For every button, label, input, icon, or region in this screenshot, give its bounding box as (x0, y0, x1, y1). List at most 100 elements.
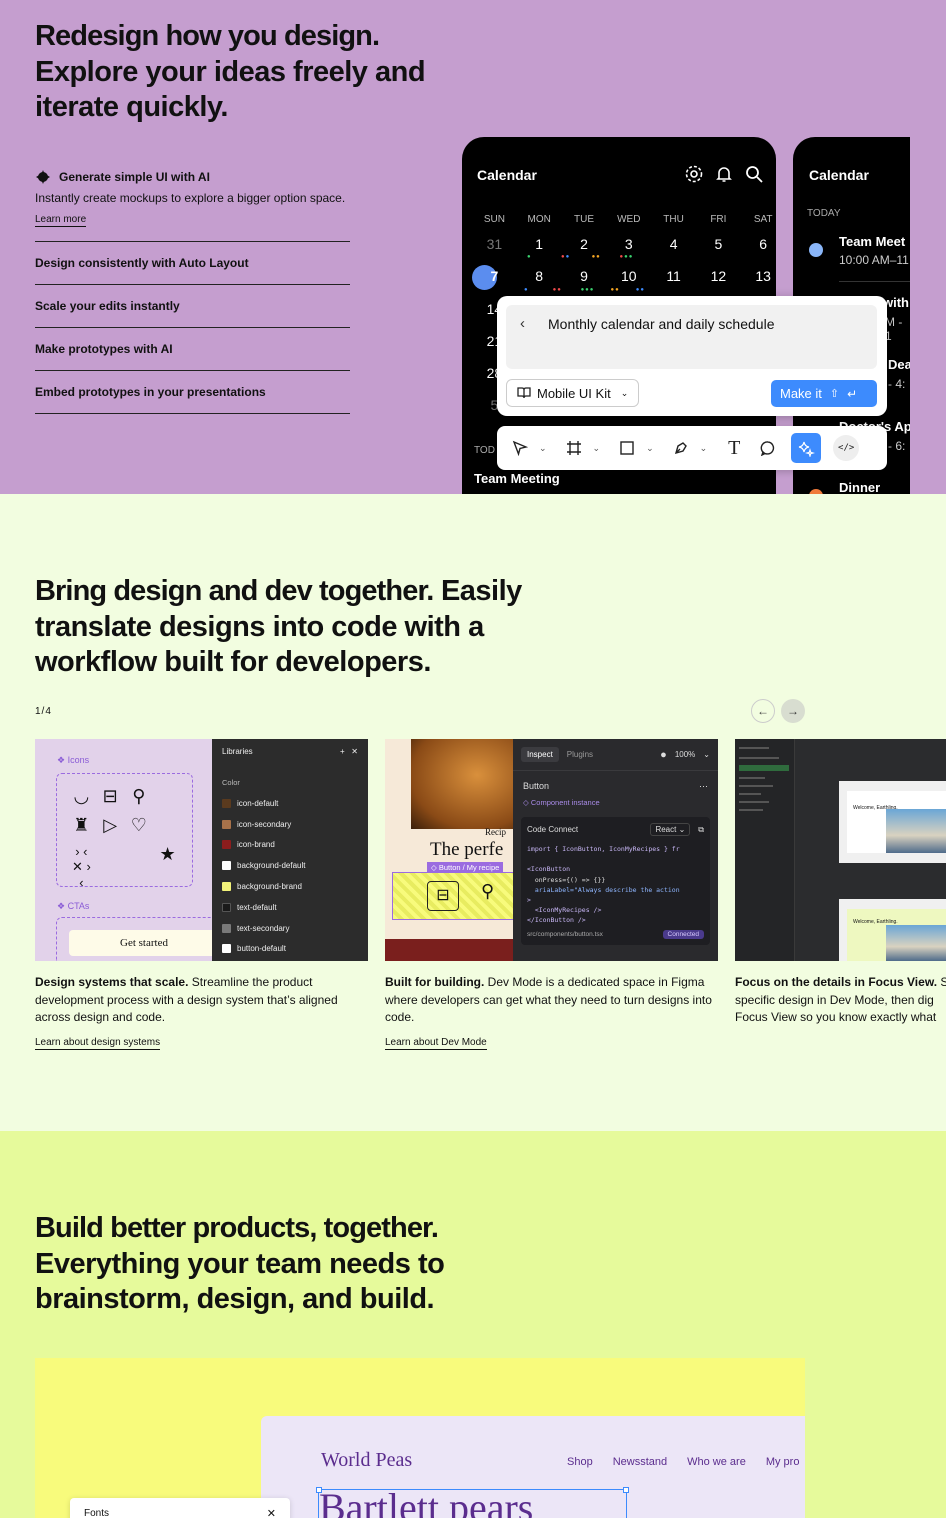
divider (839, 281, 910, 282)
calendar-day[interactable]: 13 (741, 268, 776, 284)
learn-dev-mode-link[interactable]: Learn about Dev Mode (385, 1037, 487, 1050)
calendar-day[interactable]: 12 (696, 268, 741, 284)
weekday-header: SUN MON TUE WED THU FRI SAT (472, 214, 776, 225)
nav-item-shop[interactable]: Shop (567, 1456, 593, 1468)
play-icon: ▷ (103, 815, 118, 835)
color-style-item[interactable]: background-brand (222, 876, 358, 897)
chevron-down-icon[interactable]: ⌄ (593, 443, 601, 454)
calendar-day[interactable]: 4 (651, 236, 696, 252)
code-snippet: import { IconButton, IconMyRecipes } fr​… (527, 845, 680, 925)
learn-design-systems-link[interactable]: Learn about design systems (35, 1037, 161, 1050)
event-time: - 6: (888, 439, 906, 453)
color-style-item[interactable]: icon-secondary (222, 814, 358, 835)
hero-heading: Redesign how you design. Explore your id… (35, 19, 455, 126)
chevron-down-icon[interactable]: ⌄ (700, 443, 708, 454)
event-title[interactable]: Team Meet (839, 234, 905, 249)
calendar-day[interactable]: 1 (517, 236, 562, 252)
ai-tool-icon[interactable] (791, 433, 822, 463)
feature-title: Generate simple UI with AI (59, 170, 210, 184)
feature-item-embed-prototypes[interactable]: Embed prototypes in your presentations (35, 371, 350, 414)
tab-plugins[interactable]: Plugins (567, 750, 593, 759)
learn-more-link[interactable]: Learn more (35, 214, 87, 227)
dev-heading-bold: Bring design and dev together. (35, 575, 434, 607)
nav-item-newsstand[interactable]: Newsstand (613, 1456, 667, 1468)
event-title[interactable]: Team Meeting (474, 471, 560, 486)
carousel-card-design-systems[interactable]: ❖ Icons ◡ ⊟ ⚲ ♜ ▷ ♡ › ‹ ✕ › ‹ ★ ❖ CTAs G… (35, 739, 368, 1050)
carousel-card-focus-view[interactable]: Welcome, Earthling. Welcome, Earthling. … (735, 739, 946, 1027)
search-icon[interactable] (744, 164, 764, 184)
carousel-prev-button[interactable]: ← (751, 699, 775, 723)
website-mockup: World Peas Shop Newsstand Who we are My … (261, 1416, 805, 1518)
file-path[interactable]: src/components/button.tsx (527, 931, 603, 938)
color-style-item[interactable]: text-secondary (222, 918, 358, 939)
frame-tool-icon[interactable] (559, 433, 589, 463)
color-style-item[interactable]: icon-default (222, 793, 358, 814)
back-chevron-icon[interactable]: ‹ (520, 315, 525, 332)
gear-icon[interactable] (684, 164, 704, 184)
comment-tool-icon[interactable] (753, 433, 783, 463)
calendar-week-row: 7 8 9 10 11 12 13 (472, 268, 776, 284)
feature-item-prototypes-ai[interactable]: Make prototypes with AI (35, 328, 350, 371)
book-icon (517, 387, 531, 399)
copy-icon[interactable]: ⧉ (698, 825, 704, 835)
event-title[interactable]: Dinner (839, 480, 880, 494)
calendar-day[interactable]: 8 (517, 268, 562, 284)
card-caption: Built for building. Dev Mode is a dedica… (385, 975, 712, 1024)
move-tool-icon[interactable] (505, 433, 535, 463)
carousel-card-dev-mode[interactable]: Recip The perfe ◇ Button / My recipe ⊟ ⚲… (385, 739, 718, 1050)
card-caption: Design systems that scale. Streamline th… (35, 975, 338, 1024)
calendar-day[interactable]: 3 (606, 236, 651, 252)
pen-tool-icon[interactable] (666, 433, 696, 463)
recipe-headline: The perfe (430, 839, 504, 860)
text-tool-icon[interactable]: T (719, 433, 749, 463)
search-icon: ⚲ (481, 881, 495, 901)
calendar-day[interactable]: 11 (651, 268, 696, 284)
carousel-next-button[interactable]: → (781, 699, 805, 723)
zoom-level[interactable]: 100% (675, 750, 695, 759)
ui-kit-dropdown[interactable]: Mobile UI Kit ⌄ (506, 379, 640, 407)
chevron-down-icon[interactable]: ⌄ (539, 443, 547, 454)
design-systems-illustration: ❖ Icons ◡ ⊟ ⚲ ♜ ▷ ♡ › ‹ ✕ › ‹ ★ ❖ CTAs G… (35, 739, 368, 961)
feature-item-auto-layout[interactable]: Design consistently with Auto Layout (35, 242, 350, 285)
more-icon[interactable]: ⋯ (699, 781, 708, 792)
calendar-day[interactable]: 10 (606, 268, 651, 284)
design-toolbar: ⌄ ⌄ ⌄ ⌄ T </> (497, 426, 887, 470)
chevron-down-icon[interactable]: ⌄ (703, 750, 710, 759)
color-style-item[interactable]: background-default (222, 855, 358, 876)
github-icon[interactable]: ● (660, 749, 667, 761)
tab-inspect[interactable]: Inspect (521, 747, 559, 762)
close-icon[interactable]: ✕ (267, 1507, 276, 1518)
dev-mode-icon[interactable]: </> (833, 435, 860, 461)
selected-button-frame[interactable]: ◇ Button / My recipe ⊟ ⚲ (392, 862, 518, 920)
feature-item-scale-edits[interactable]: Scale your edits instantly (35, 285, 350, 328)
get-started-button[interactable]: Get started (69, 930, 219, 956)
calendar-day-today[interactable]: 7 (472, 268, 517, 284)
calendar-day[interactable]: 5 (696, 236, 741, 252)
color-style-item[interactable]: text-default (222, 897, 358, 918)
site-logo[interactable]: World Peas (321, 1449, 412, 1472)
close-icon[interactable]: ✕ (351, 747, 358, 756)
framework-select[interactable]: React ⌄ (650, 823, 691, 836)
make-it-button[interactable]: Make it ⇧ ↵ (771, 380, 877, 407)
build-section: Build better products, together. Everyth… (0, 1131, 946, 1518)
rectangle-tool-icon[interactable] (612, 433, 642, 463)
calendar-day[interactable]: 31 (472, 236, 517, 252)
layer-name: Button (523, 781, 550, 791)
nav-item-my-profile[interactable]: My pro (766, 1456, 800, 1468)
plus-icon[interactable]: + (340, 747, 345, 756)
prompt-input[interactable]: ‹ Monthly calendar and daily schedule (506, 305, 877, 369)
chevron-down-icon[interactable]: ⌄ (646, 443, 654, 454)
code-connect-title: Code Connect (527, 825, 579, 834)
nav-item-who-we-are[interactable]: Who we are (687, 1456, 746, 1468)
calendar-day[interactable]: 2 (562, 236, 607, 252)
calendar-day[interactable]: 6 (741, 236, 776, 252)
color-style-item[interactable]: icon-brand (222, 835, 358, 856)
event-title[interactable]: Dea (888, 357, 910, 372)
design-frame-preview: Welcome, Earthling. (839, 899, 946, 961)
headline-selection[interactable]: Bartlett pears (316, 1485, 629, 1518)
feature-item-active[interactable]: Generate simple UI with AI Instantly cre… (35, 169, 350, 242)
calendar-day[interactable]: 9 (562, 268, 607, 284)
color-style-item[interactable]: button-default (222, 939, 358, 960)
bell-icon[interactable] (714, 164, 734, 184)
resize-handle[interactable] (623, 1487, 629, 1493)
